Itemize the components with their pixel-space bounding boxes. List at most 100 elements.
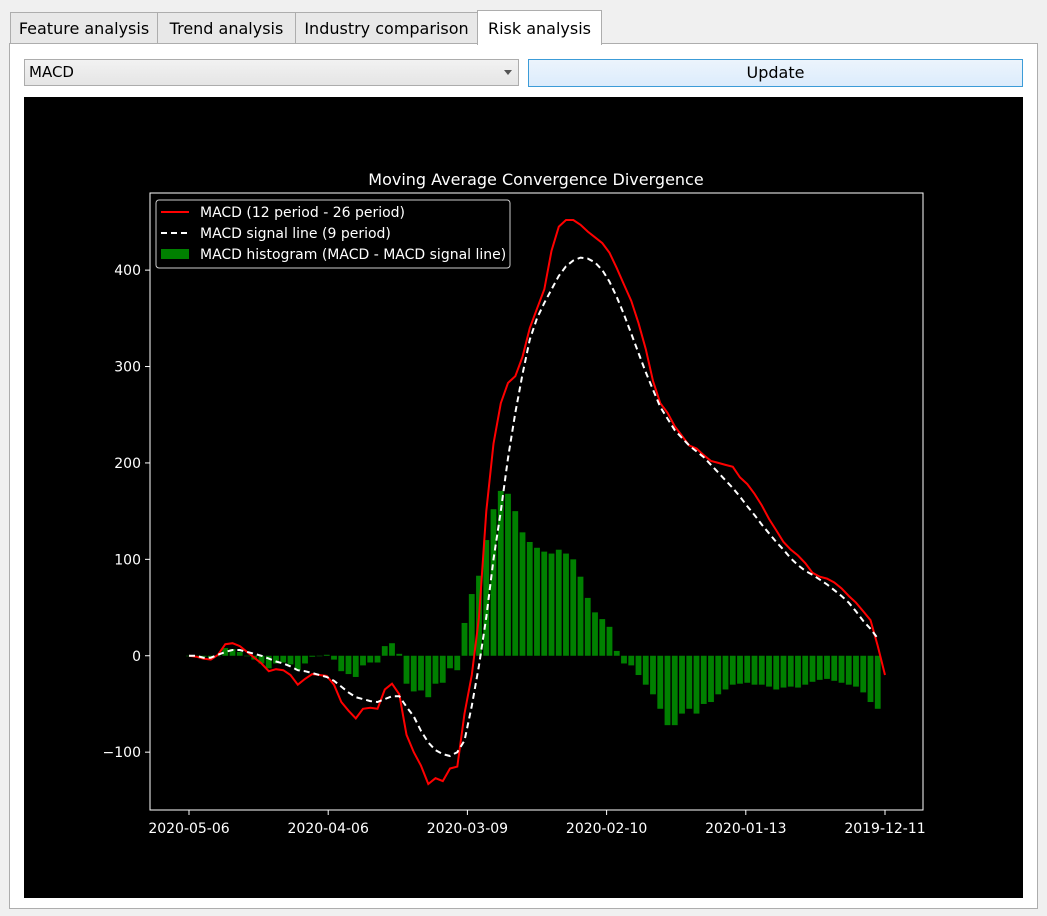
histogram-bar <box>773 655 780 690</box>
histogram-bar <box>425 655 432 698</box>
histogram-bar <box>512 511 519 656</box>
histogram-bar <box>526 541 533 656</box>
indicator-dropdown[interactable]: MACD <box>24 59 519 86</box>
histogram-bar <box>621 655 627 664</box>
histogram-bar <box>650 655 656 695</box>
tab-feature-analysis[interactable]: Feature analysis <box>10 12 158 43</box>
histogram-bar <box>563 553 569 656</box>
histogram-bar <box>461 622 468 656</box>
histogram-bar <box>657 655 664 709</box>
y-tick-label: 300 <box>114 360 141 376</box>
histogram-bar <box>780 655 787 688</box>
histogram-bar <box>439 655 446 683</box>
histogram-bar <box>548 553 555 656</box>
histogram-bar <box>664 655 671 726</box>
histogram-bar <box>853 655 859 687</box>
histogram-bar <box>447 655 453 669</box>
y-tick-label: 200 <box>114 456 141 472</box>
histogram-bar <box>729 655 736 685</box>
histogram-bar <box>454 655 461 671</box>
tab-trend-analysis[interactable]: Trend analysis <box>157 12 296 43</box>
legend-swatch <box>161 249 189 259</box>
histogram-bar <box>534 547 540 656</box>
x-tick-label: 2020-05-06 <box>148 821 229 837</box>
y-tick-label: 100 <box>114 552 141 568</box>
histogram-bar <box>338 655 345 672</box>
histogram-bar <box>432 655 439 684</box>
plot-frame <box>149 192 924 811</box>
histogram-bar <box>867 655 874 703</box>
x-tick-label: 2020-02-10 <box>566 821 647 837</box>
y-tick-label: 0 <box>132 649 141 665</box>
histogram-bar <box>766 655 772 687</box>
histogram-bar <box>708 655 714 703</box>
histogram-bar <box>686 655 693 709</box>
histogram-bar <box>838 655 845 683</box>
histogram-bar <box>599 619 606 656</box>
y-tick-label: 400 <box>114 263 141 279</box>
x-tick-label: 2020-04-06 <box>288 821 369 837</box>
histogram-bar <box>309 655 316 657</box>
histogram-bar <box>809 655 816 682</box>
chevron-down-icon[interactable] <box>504 70 512 75</box>
tab-industry-comparison[interactable]: Industry comparison <box>295 12 478 43</box>
histogram-bar <box>700 655 707 704</box>
y-tick-label: −100 <box>103 745 141 761</box>
histogram-bar <box>693 655 700 714</box>
histogram-bar <box>758 655 765 685</box>
histogram-bar <box>860 655 867 693</box>
histogram-bar <box>606 626 613 656</box>
histogram-bar <box>671 655 678 726</box>
macd-line <box>188 219 886 786</box>
tab-label: Risk analysis <box>487 19 592 38</box>
histogram-bar <box>584 597 591 656</box>
histogram-bar <box>628 655 635 666</box>
histogram-bar <box>577 576 584 656</box>
histogram-bar <box>679 655 685 714</box>
histogram-bar <box>715 655 722 695</box>
update-button-label: Update <box>746 63 805 82</box>
update-button[interactable]: Update <box>528 59 1023 87</box>
histogram-bar <box>374 655 381 663</box>
histogram-bar <box>787 655 794 687</box>
histogram-bar <box>635 655 642 676</box>
histogram-bar <box>410 655 417 692</box>
histogram-bar <box>570 559 577 656</box>
histogram-bar <box>352 655 359 677</box>
tab-label: Industry comparison <box>304 19 469 38</box>
histogram-bar <box>345 655 352 675</box>
histogram-bar <box>403 655 410 684</box>
histogram-bar <box>642 655 649 685</box>
x-tick-label: 2019-12-11 <box>844 821 925 837</box>
legend-label: MACD histogram (MACD - MACD signal line) <box>200 247 506 263</box>
histogram-bar <box>396 653 403 656</box>
histogram-bar <box>389 643 395 656</box>
histogram-bar <box>280 655 287 663</box>
histogram-bar <box>505 493 511 656</box>
histogram-bar <box>744 655 751 683</box>
histogram-bar <box>541 551 548 656</box>
chart-canvas: Moving Average Convergence Divergence −1… <box>24 97 1023 898</box>
legend-label: MACD (12 period - 26 period) <box>200 205 405 221</box>
histogram-bar <box>490 509 497 656</box>
tab-risk-analysis[interactable]: Risk analysis <box>477 10 602 45</box>
histogram-bar <box>331 655 337 660</box>
histogram-bar <box>802 655 809 685</box>
histogram-bar <box>244 655 250 657</box>
histogram-bar <box>613 650 620 656</box>
histogram-bar <box>468 594 475 656</box>
histogram-bar <box>519 532 526 656</box>
histogram-bar <box>367 655 374 663</box>
tab-label: Feature analysis <box>18 19 150 38</box>
histogram-bar <box>737 655 743 684</box>
histogram-bar <box>831 655 838 681</box>
macd-chart: Moving Average Convergence Divergence −1… <box>103 170 926 837</box>
histogram-bar <box>316 655 323 657</box>
histogram-bar <box>236 651 243 656</box>
histogram-bar <box>751 655 758 685</box>
histogram-bar <box>874 655 881 709</box>
histogram-bar <box>816 655 823 680</box>
histogram-bar <box>323 654 330 656</box>
histogram-bar <box>845 655 852 685</box>
histogram-bar <box>795 655 801 688</box>
